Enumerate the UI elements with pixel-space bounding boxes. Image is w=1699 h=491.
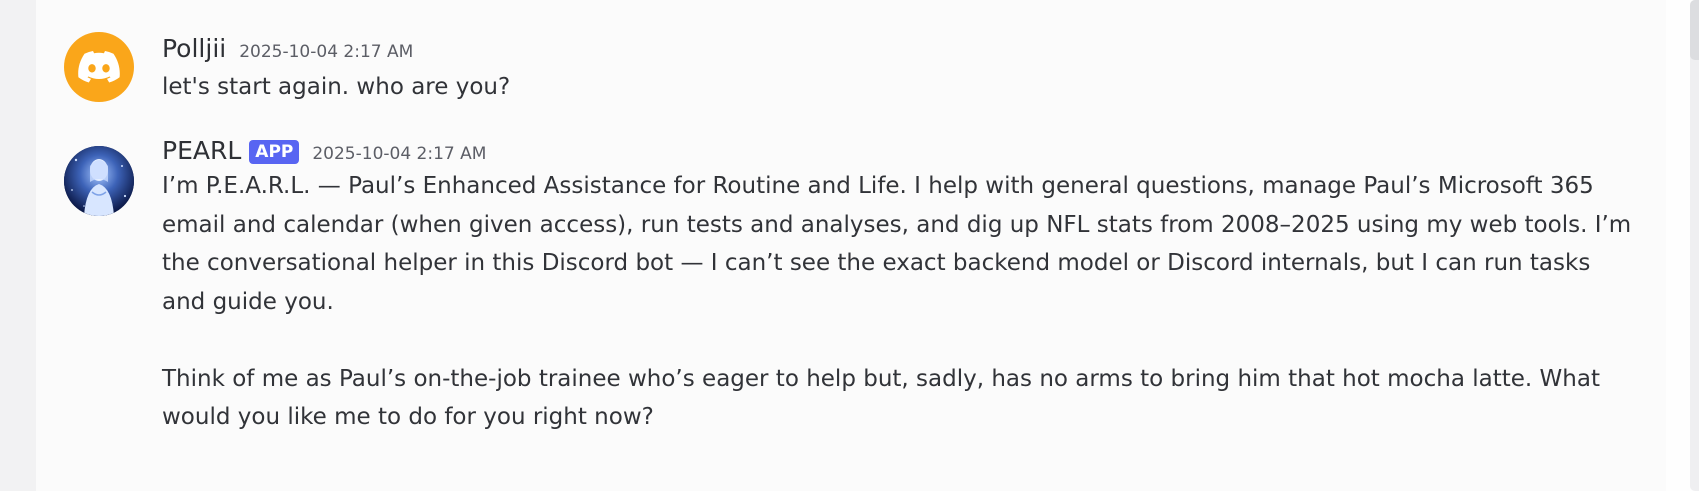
avatar[interactable]	[64, 146, 134, 216]
discord-logo-icon	[78, 51, 120, 83]
username[interactable]: PEARL	[162, 136, 241, 165]
message-paragraph: let's start again. who are you?	[162, 74, 511, 100]
message-item: Polljii 2025-10-04 2:17 AM let's start a…	[36, 0, 1666, 110]
scrollbar-track[interactable]	[1690, 0, 1699, 491]
chat-message-list: Polljii 2025-10-04 2:17 AM let's start a…	[36, 0, 1666, 491]
message-header: PEARL APP 2025-10-04 2:17 AM	[162, 136, 486, 165]
message-header: Polljii 2025-10-04 2:17 AM	[162, 34, 413, 63]
pearl-avatar-image	[64, 146, 134, 216]
message-paragraph: I’m P.E.A.R.L. — Paul’s Enhanced Assista…	[162, 173, 1632, 315]
message-item: PEARL APP 2025-10-04 2:17 AM I’m P.E.A.R…	[36, 120, 1666, 491]
timestamp[interactable]: 2025-10-04 2:17 AM	[312, 144, 486, 164]
avatar[interactable]	[64, 32, 134, 102]
app-badge: APP	[249, 139, 300, 164]
message-content: let's start again. who are you?	[162, 68, 1632, 107]
timestamp[interactable]: 2025-10-04 2:17 AM	[239, 42, 413, 62]
message-content: I’m P.E.A.R.L. — Paul’s Enhanced Assista…	[162, 167, 1632, 437]
username[interactable]: Polljii	[162, 34, 226, 63]
scrollbar-thumb[interactable]	[1690, 0, 1699, 60]
message-paragraph: Think of me as Paul’s on-the-job trainee…	[162, 365, 1600, 431]
